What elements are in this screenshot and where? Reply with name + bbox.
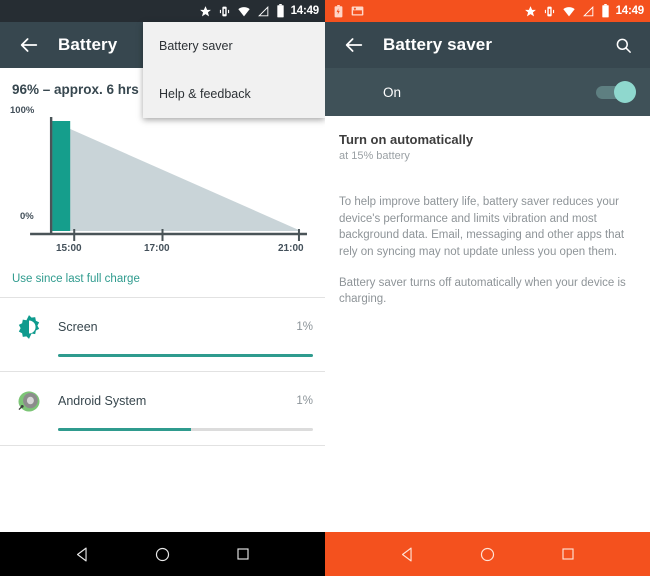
back-button[interactable] <box>337 28 371 62</box>
battery-icon <box>276 4 284 18</box>
battery-screen-panel: 14:49 Battery 96% – approx. 6 hrs l 100%… <box>0 0 325 576</box>
chart-projection-area <box>52 121 301 231</box>
battery-saver-description: To help improve battery life, battery sa… <box>339 196 625 259</box>
list-item[interactable]: Android System 1% <box>0 372 325 445</box>
status-bar-clock: 14:49 <box>615 5 645 17</box>
vibrate-icon <box>544 6 554 16</box>
chart-xtick-label-3: 21:00 <box>278 243 304 254</box>
menu-item-battery-saver[interactable]: Battery saver <box>143 22 325 70</box>
usage-bar-track <box>58 428 313 431</box>
battery-chart-svg <box>30 117 307 241</box>
battery-saver-toggle-label: On <box>383 84 402 100</box>
app-percent: 1% <box>296 395 313 407</box>
list-item[interactable]: Screen 1% <box>0 298 325 371</box>
battery-saver-screen-panel: 14:49 Battery saver On Turn on automatic… <box>325 0 650 576</box>
search-button[interactable] <box>608 30 638 60</box>
signal-icon <box>257 5 268 16</box>
status-bar-clock: 14:49 <box>290 5 320 17</box>
battery-saver-notification-icon <box>334 4 343 17</box>
turn-on-automatically-subtitle: at 15% battery <box>339 150 410 162</box>
battery-history-chart: 100% 0% 15:00 17:00 21:00 <box>10 103 311 263</box>
dual-screenshot-comparison: 14:49 Battery 96% – approx. 6 hrs l 100%… <box>0 0 650 576</box>
star-icon <box>524 5 536 16</box>
usage-bar-fill <box>58 428 191 431</box>
app-icon <box>12 384 46 418</box>
battery-saver-charging-note: Battery saver turns off automatically wh… <box>339 276 626 306</box>
nav-recents-button[interactable] <box>552 538 584 570</box>
nav-back-icon <box>76 547 87 561</box>
divider <box>0 445 325 446</box>
usage-bar-track <box>58 354 313 357</box>
nav-back-button[interactable] <box>391 538 423 570</box>
navigation-bar <box>325 532 650 576</box>
turn-on-automatically-title[interactable]: Turn on automatically <box>339 132 636 147</box>
status-bar-notifications <box>333 4 524 18</box>
battery-saver-toggle[interactable] <box>590 81 636 103</box>
chart-xtick-label-1: 15:00 <box>56 243 82 254</box>
app-name: Android System <box>58 394 147 408</box>
nav-back-button[interactable] <box>66 538 98 570</box>
chart-xtick-label-2: 17:00 <box>144 243 170 254</box>
status-bar: 14:49 <box>325 0 650 22</box>
nav-home-icon <box>155 547 170 561</box>
app-icon <box>12 310 46 344</box>
status-bar-system-icons: 14:49 <box>524 4 644 18</box>
brightness-icon <box>18 315 40 339</box>
back-arrow-icon <box>345 38 363 52</box>
star-icon <box>199 5 211 16</box>
signal-icon <box>582 5 593 16</box>
screenshot-notification-icon <box>351 6 364 16</box>
wifi-icon <box>562 6 575 16</box>
use-since-last-full-charge-link[interactable]: Use since last full charge <box>0 263 325 297</box>
android-head-icon <box>18 391 40 412</box>
chart-ytick-label-100: 100% <box>10 105 35 116</box>
nav-recents-icon <box>237 548 249 560</box>
nav-back-icon <box>401 547 412 561</box>
back-arrow-icon <box>20 38 38 52</box>
status-bar-system-icons: 14:49 <box>199 4 319 18</box>
chart-actual-use-bar <box>52 121 71 231</box>
battery-saver-content: Turn on automatically at 15% battery To … <box>325 116 650 308</box>
battery-icon <box>601 4 609 18</box>
nav-home-button[interactable] <box>471 538 503 570</box>
toolbar: Battery saver <box>325 22 650 68</box>
navigation-bar <box>0 532 325 576</box>
page-title: Battery saver <box>383 35 493 54</box>
menu-item-help-feedback[interactable]: Help & feedback <box>143 70 325 118</box>
vibrate-icon <box>219 6 229 16</box>
toggle-thumb <box>614 81 636 103</box>
nav-recents-button[interactable] <box>227 538 259 570</box>
wifi-icon <box>237 6 250 16</box>
nav-home-icon <box>480 547 495 561</box>
app-percent: 1% <box>296 321 313 333</box>
overflow-menu: Battery saver Help & feedback <box>143 22 325 118</box>
app-name: Screen <box>58 320 98 334</box>
battery-saver-toggle-row[interactable]: On <box>325 68 650 116</box>
nav-home-button[interactable] <box>146 538 178 570</box>
usage-bar-fill <box>58 354 313 357</box>
nav-recents-icon <box>562 548 574 560</box>
status-bar: 14:49 <box>0 0 325 22</box>
search-icon <box>616 38 631 53</box>
chart-ytick-label-0: 0% <box>20 211 34 222</box>
back-button[interactable] <box>12 28 46 62</box>
